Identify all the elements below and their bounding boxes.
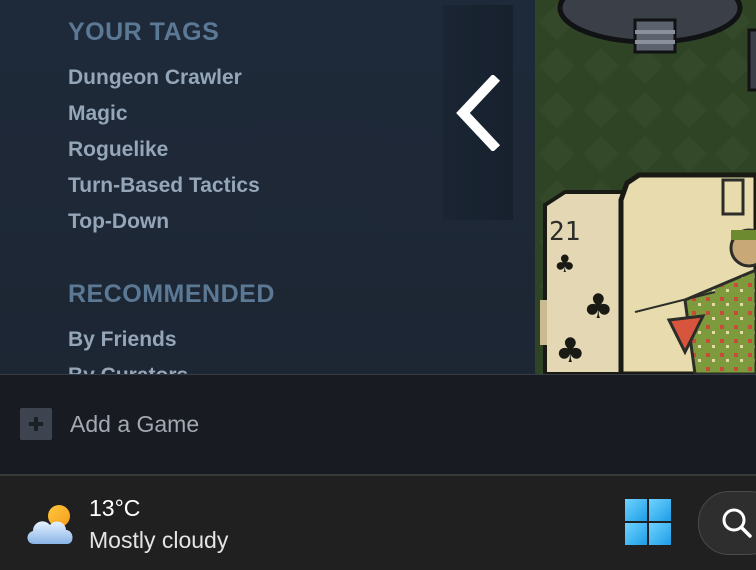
svg-text:♣: ♣ [555,331,585,371]
svg-text:♣: ♣ [583,287,613,327]
recommended-heading: RECOMMENDED [68,280,275,308]
library-bottom-bar: Add a Game [0,375,756,474]
partly-cloudy-icon [27,505,73,544]
recommended-link-by-friends[interactable]: By Friends [68,328,177,352]
windows-logo-icon [625,499,671,545]
tag-link-dungeon-crawler[interactable]: Dungeon Crawler [68,66,242,90]
add-game-button[interactable]: Add a Game [20,408,199,440]
chevron-left-icon [456,74,501,151]
tag-link-magic[interactable]: Magic [68,102,128,126]
carousel-previous-button[interactable] [443,5,513,220]
start-button[interactable] [624,498,672,546]
search-icon [722,508,752,538]
pixel-art-cards-image: 21 ♣ ♣ ♣ [535,0,756,374]
weather-condition: Mostly cloudy [89,527,229,553]
tag-link-top-down[interactable]: Top-Down [68,210,169,234]
weather-temperature: 13°C [89,495,141,521]
tag-link-roguelike[interactable]: Roguelike [68,138,168,162]
windows-taskbar: 13°C Mostly cloudy [0,476,756,570]
tag-link-turn-based-tactics[interactable]: Turn-Based Tactics [68,174,260,198]
card-value-label: 21 [549,217,580,247]
taskbar-search-button[interactable] [698,491,756,555]
plus-icon [20,408,52,440]
game-capsule-image[interactable]: 21 ♣ ♣ ♣ [535,0,756,374]
svg-text:♣: ♣ [554,250,576,278]
recommended-link-by-curators[interactable]: By Curators [68,364,188,374]
store-sidebar: YOUR TAGS Dungeon Crawler Magic Roguelik… [0,0,535,374]
add-game-label: Add a Game [70,410,200,437]
your-tags-heading: YOUR TAGS [68,18,220,46]
weather-widget[interactable]: 13°C Mostly cloudy [24,490,228,560]
